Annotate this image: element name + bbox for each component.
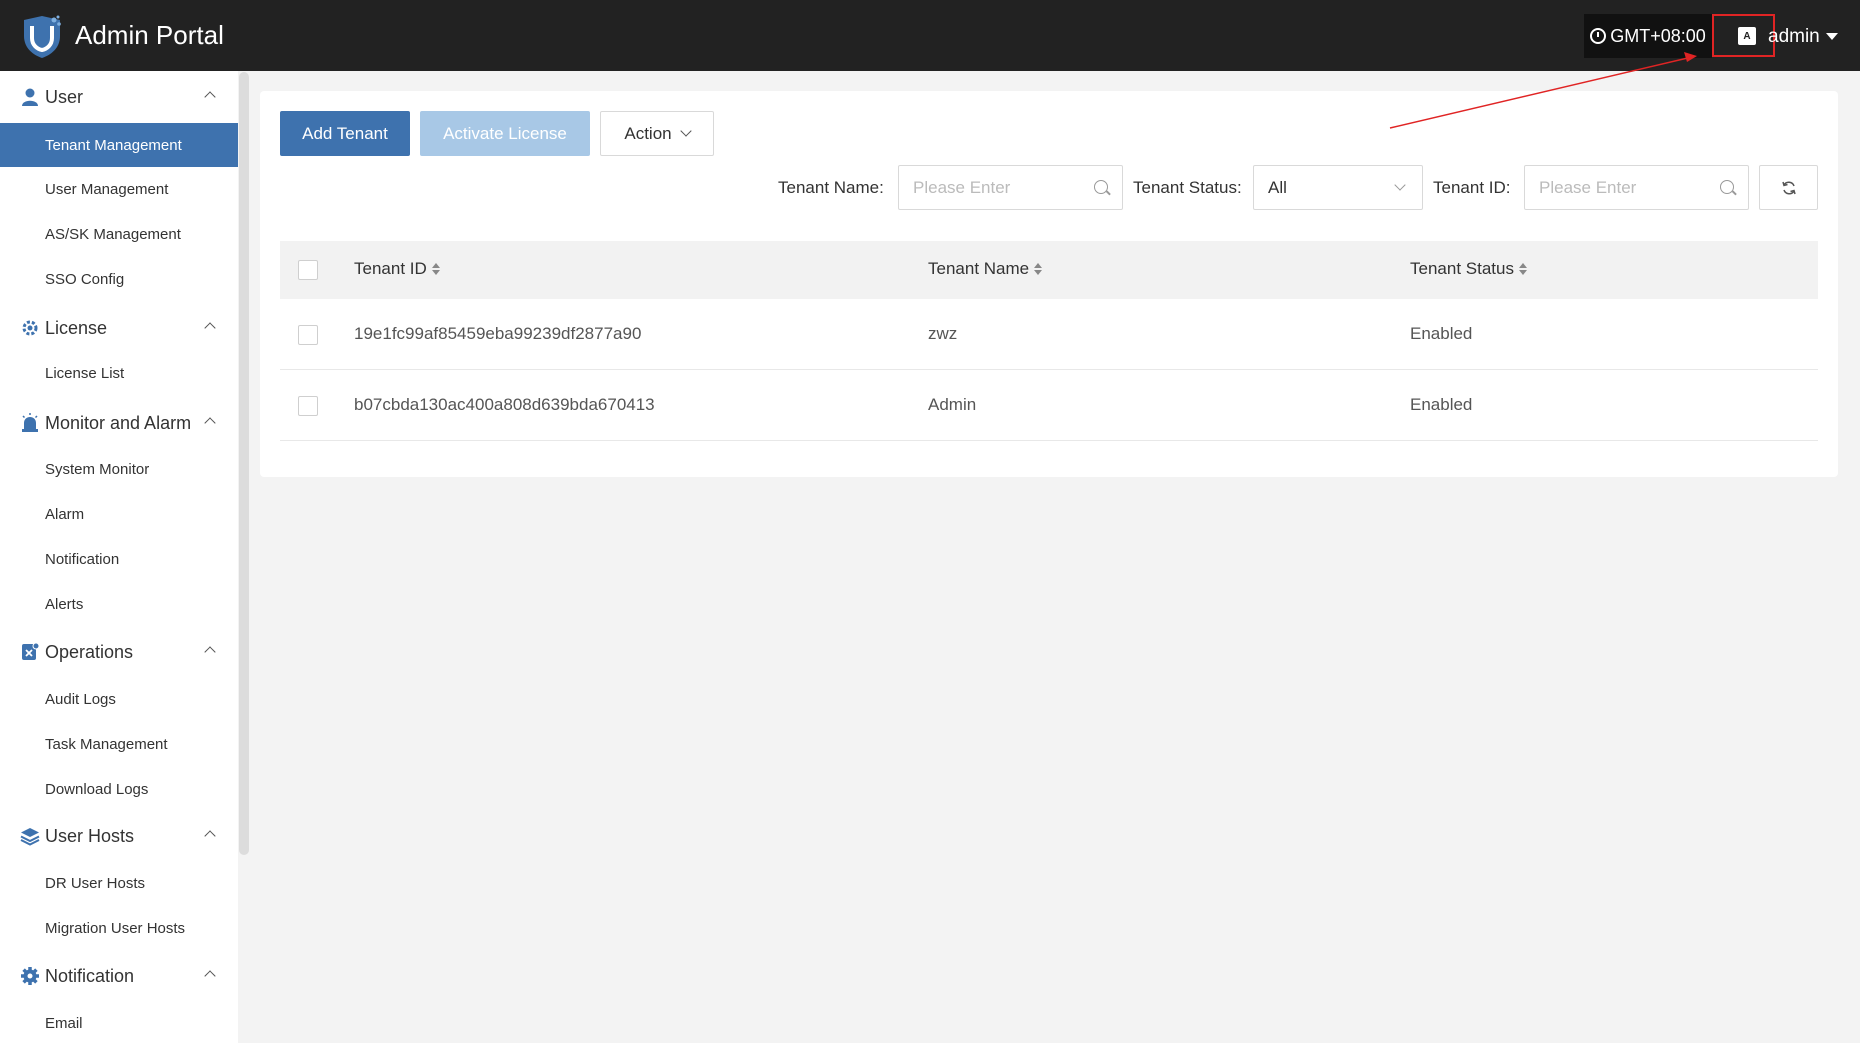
top-header: Admin Portal GMT+08:00 A admin [0, 0, 1860, 71]
sidebar-item-notification[interactable]: Notification [0, 537, 238, 581]
column-header-label: Tenant Name [928, 259, 1030, 278]
tenant-id-input-wrapper [1524, 165, 1749, 210]
cell-tenant-status: Enabled [1410, 324, 1473, 343]
sidebar-item-alerts[interactable]: Alerts [0, 582, 238, 626]
chevron-up-icon[interactable] [204, 970, 216, 982]
sidebar-item-license-list[interactable]: License List [0, 351, 238, 395]
sidebar: User Tenant Management User Management A… [0, 71, 238, 1043]
sidebar-item-audit-logs[interactable]: Audit Logs [0, 677, 238, 721]
sort-icon[interactable] [1034, 263, 1043, 275]
sidebar-item-system-monitor[interactable]: System Monitor [0, 447, 238, 491]
action-label: Action [624, 123, 672, 143]
sidebar-item-download-logs[interactable]: Download Logs [0, 767, 238, 811]
column-header-tenant-name[interactable]: Tenant Name [928, 259, 1043, 279]
sidebar-group-label: Operations [45, 641, 134, 662]
tenant-status-select[interactable]: All [1253, 165, 1423, 210]
clock-icon [1590, 28, 1607, 44]
action-dropdown-button[interactable]: Action [600, 111, 714, 156]
select-all-checkbox[interactable] [298, 260, 318, 280]
sidebar-group-license[interactable]: License [0, 309, 238, 347]
chevron-down-icon [1394, 179, 1406, 191]
add-tenant-button[interactable]: Add Tenant [280, 111, 410, 156]
sidebar-item-email[interactable]: Email [0, 1001, 238, 1043]
chevron-up-icon[interactable] [204, 417, 216, 429]
sidebar-group-user[interactable]: User [0, 78, 238, 116]
tenant-status-value: All [1268, 177, 1287, 197]
table-row[interactable]: 19e1fc99af85459eba99239df2877a90 zwz Ena… [280, 300, 1818, 370]
sidebar-item-tenant-management[interactable]: Tenant Management [0, 123, 238, 167]
app-logo-icon [24, 15, 61, 58]
sidebar-scrollbar-thumb[interactable] [239, 72, 249, 855]
license-gear-icon [22, 320, 38, 336]
column-header-tenant-id[interactable]: Tenant ID [354, 259, 440, 279]
tenant-name-input-wrapper [898, 165, 1123, 210]
cell-tenant-name: zwz [928, 324, 958, 343]
sidebar-group-label: User Hosts [45, 825, 135, 846]
alarm-icon [22, 413, 38, 432]
sidebar-group-label: Notification [45, 965, 135, 986]
tenant-status-label: Tenant Status: [1133, 178, 1242, 197]
sidebar-item-sso-config[interactable]: SSO Config [0, 257, 238, 301]
sidebar-group-label: License [45, 317, 108, 338]
chevron-up-icon[interactable] [204, 91, 216, 103]
timezone-selector[interactable]: GMT+08:00 [1584, 14, 1712, 58]
sidebar-item-dr-user-hosts[interactable]: DR User Hosts [0, 861, 238, 905]
sort-icon[interactable] [1518, 263, 1527, 275]
operations-icon [22, 642, 40, 660]
gear-icon [21, 967, 39, 985]
refresh-button[interactable] [1759, 165, 1818, 210]
table-row[interactable]: b07cbda130ac400a808d639bda670413 Admin E… [280, 371, 1818, 441]
tenant-name-label: Tenant Name: [778, 178, 884, 197]
sidebar-group-label: Monitor and Alarm [45, 412, 192, 433]
sidebar-group-label: User [45, 86, 84, 107]
tenant-id-label: Tenant ID: [1433, 178, 1511, 197]
table-header: Tenant ID Tenant Name Tenant Status [280, 241, 1818, 299]
sidebar-item-task-management[interactable]: Task Management [0, 722, 238, 766]
chevron-up-icon[interactable] [204, 646, 216, 658]
cell-tenant-id: 19e1fc99af85459eba99239df2877a90 [354, 324, 642, 343]
user-icon [22, 88, 38, 106]
tenant-id-input[interactable] [1539, 177, 1748, 198]
annotation-highlight-box [1712, 14, 1775, 57]
row-checkbox[interactable] [298, 325, 318, 345]
sidebar-item-user-management[interactable]: User Management [0, 167, 238, 211]
cell-tenant-name: Admin [928, 395, 977, 414]
column-header-label: Tenant Status [1410, 259, 1514, 278]
chevron-up-icon[interactable] [204, 830, 216, 842]
timezone-label: GMT+08:00 [1610, 25, 1706, 46]
sidebar-group-notification[interactable]: Notification [0, 957, 238, 995]
sidebar-group-monitor-alarm[interactable]: Monitor and Alarm [0, 404, 238, 442]
sidebar-group-user-hosts[interactable]: User Hosts [0, 817, 238, 855]
layers-icon [20, 828, 40, 846]
sidebar-item-alarm[interactable]: Alarm [0, 492, 238, 536]
column-header-label: Tenant ID [354, 259, 427, 278]
column-header-tenant-status[interactable]: Tenant Status [1410, 259, 1527, 279]
cell-tenant-id: b07cbda130ac400a808d639bda670413 [354, 395, 655, 414]
row-checkbox[interactable] [298, 396, 318, 416]
app-title: Admin Portal [75, 20, 224, 50]
chevron-up-icon[interactable] [204, 322, 216, 334]
search-icon[interactable] [1720, 180, 1734, 194]
user-menu[interactable]: admin [1768, 26, 1820, 48]
cell-tenant-status: Enabled [1410, 395, 1473, 414]
chevron-down-icon [679, 125, 692, 137]
tenant-name-input[interactable] [913, 177, 1122, 198]
sidebar-item-migration-user-hosts[interactable]: Migration User Hosts [0, 906, 238, 950]
refresh-icon [1781, 180, 1796, 195]
sidebar-group-operations[interactable]: Operations [0, 633, 238, 671]
search-icon[interactable] [1094, 180, 1108, 194]
sort-icon[interactable] [431, 263, 440, 275]
sidebar-item-assk-management[interactable]: AS/SK Management [0, 212, 238, 256]
caret-down-icon[interactable] [1826, 33, 1838, 40]
activate-license-button[interactable]: Activate License [420, 111, 590, 156]
